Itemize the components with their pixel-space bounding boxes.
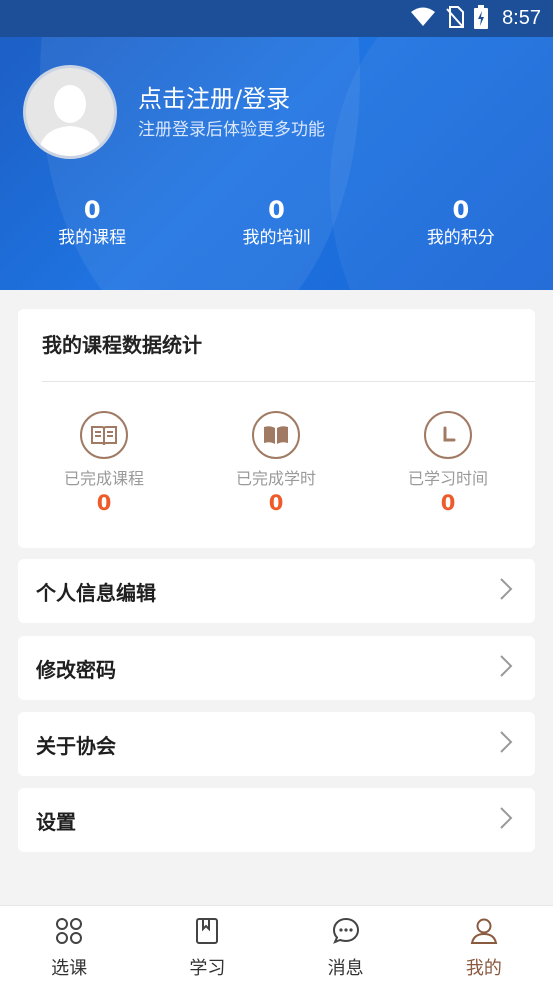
menu-item-label: 关于协会 (36, 733, 116, 758)
status-time: 8:57 (502, 7, 541, 29)
course-stats-card: 我的课程数据统计 已完成课程 0 已完成学时 0 已学习时间 0 (18, 309, 535, 548)
login-subtitle: 注册登录后体验更多功能 (138, 120, 325, 140)
wifi-icon (410, 7, 436, 31)
profile-header: 点击注册/登录 注册登录后体验更多功能 0 我的课程 0 我的培训 0 我的积分 (0, 37, 553, 290)
nav-label: 学习 (189, 958, 226, 979)
book-list-icon (80, 411, 128, 459)
user-icon (469, 916, 499, 950)
divider (42, 381, 535, 382)
summary-my-training[interactable]: 0 我的培训 (184, 195, 368, 251)
nav-label: 消息 (327, 958, 364, 979)
chevron-right-icon (499, 654, 513, 682)
chevron-right-icon (499, 730, 513, 758)
summary-label: 我的积分 (426, 228, 495, 248)
stat-value: 0 (440, 491, 456, 515)
menu-item-change-password[interactable]: 修改密码 (18, 636, 535, 700)
summary-my-points[interactable]: 0 我的积分 (369, 195, 553, 251)
bottom-nav: 选课 学习 消息 我的 (0, 905, 553, 983)
default-avatar-icon[interactable] (23, 65, 117, 159)
stats-grid: 已完成课程 0 已完成学时 0 已学习时间 0 (18, 409, 535, 515)
header-decoration (330, 37, 553, 290)
stat-value: 0 (96, 491, 112, 515)
clock-icon (424, 411, 472, 459)
menu-item-edit-profile[interactable]: 个人信息编辑 (18, 559, 535, 623)
summary-value: 0 (83, 196, 101, 224)
menu-item-settings[interactable]: 设置 (18, 788, 535, 852)
menu-item-label: 修改密码 (36, 657, 116, 682)
summary-value: 0 (452, 196, 470, 224)
summary-label: 我的培训 (242, 228, 311, 248)
chevron-right-icon (499, 577, 513, 605)
menu-item-label: 设置 (36, 809, 76, 834)
nav-tab-study[interactable]: 学习 (138, 906, 276, 983)
nav-label: 我的 (465, 958, 502, 979)
battery-charging-icon (474, 4, 489, 33)
login-register-link[interactable]: 点击注册/登录 (138, 79, 290, 114)
stat-study-time: 已学习时间 0 (362, 409, 534, 515)
nav-tab-course-selection[interactable]: 选课 (0, 906, 138, 983)
summary-row: 0 我的课程 0 我的培训 0 我的积分 (0, 195, 553, 251)
grid-icon (54, 916, 84, 950)
stat-completed-hours: 已完成学时 0 (190, 409, 362, 515)
nav-label: 选课 (51, 958, 88, 979)
stat-completed-courses: 已完成课程 0 (18, 409, 190, 515)
chat-icon (331, 916, 361, 950)
summary-value: 0 (268, 196, 285, 224)
summary-my-courses[interactable]: 0 我的课程 (0, 195, 184, 251)
stat-label: 已学习时间 (407, 469, 488, 488)
no-sim-icon (446, 5, 465, 32)
chevron-right-icon (499, 806, 513, 834)
menu-item-label: 个人信息编辑 (36, 580, 156, 605)
stats-card-title: 我的课程数据统计 (42, 333, 202, 357)
stat-label: 已完成课程 (63, 469, 144, 488)
summary-label: 我的课程 (58, 228, 127, 248)
stat-value: 0 (268, 491, 284, 515)
notebook-icon (192, 916, 222, 950)
menu-item-about-association[interactable]: 关于协会 (18, 712, 535, 776)
nav-tab-me[interactable]: 我的 (415, 906, 553, 983)
stat-label: 已完成学时 (235, 469, 316, 488)
open-book-icon (252, 411, 300, 459)
status-bar: 8:57 (0, 0, 553, 37)
nav-tab-messages[interactable]: 消息 (277, 906, 415, 983)
